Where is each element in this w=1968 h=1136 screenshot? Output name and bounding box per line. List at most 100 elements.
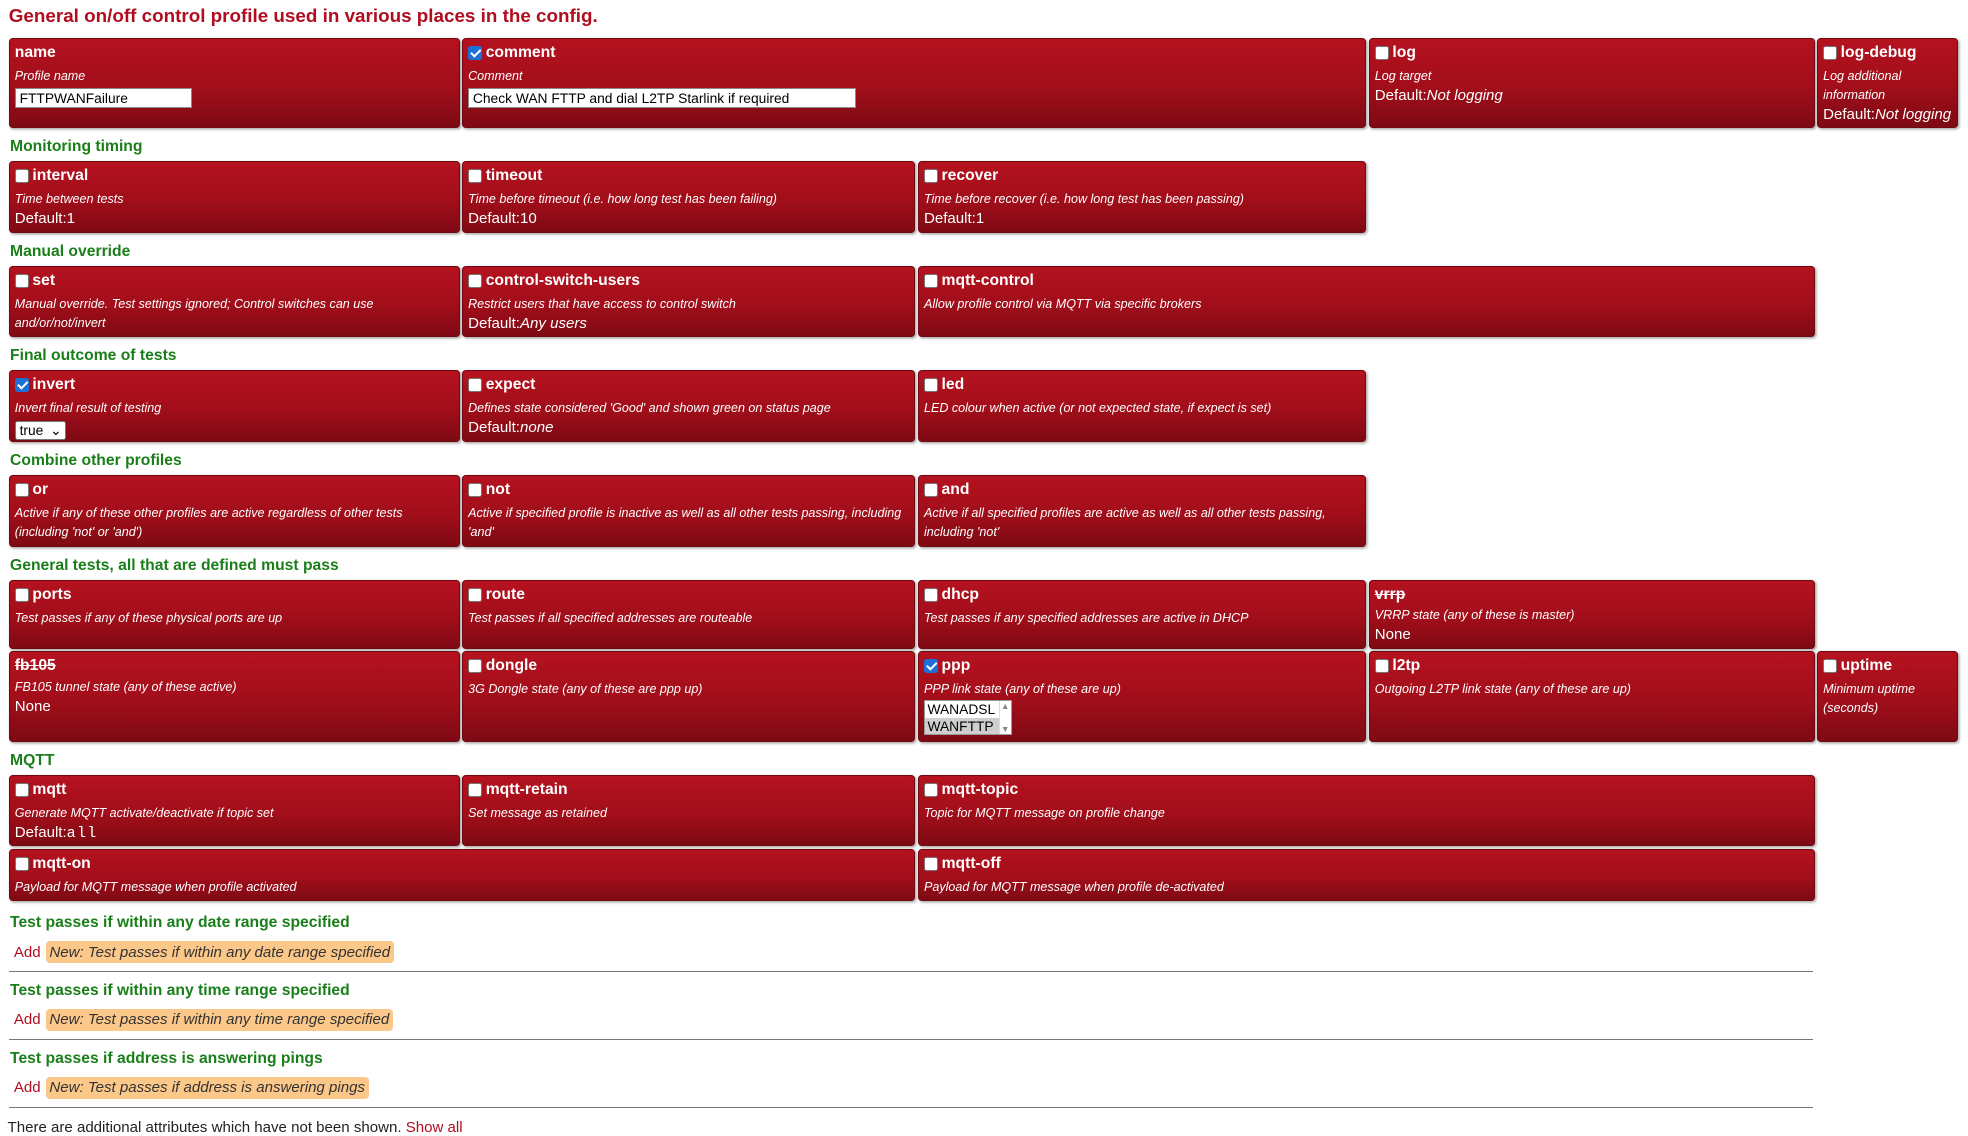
or-desc: Active if any of these other profiles ar… <box>14 506 403 539</box>
log-debug-checkbox[interactable] <box>1823 45 1837 60</box>
add-time-link[interactable]: Add <box>14 1011 41 1028</box>
mqtt-on-checkbox[interactable] <box>14 856 29 871</box>
comment-input[interactable]: Check WAN FTTP and dial L2TP Starlink if… <box>468 88 857 109</box>
or-cell: or Active if any of these other profiles… <box>8 474 460 547</box>
recover-default: 1 <box>975 210 985 228</box>
ppp-desc: PPP link state (any of these are up) <box>923 682 1121 697</box>
invert-label: invert <box>32 376 76 394</box>
add-ping-link[interactable]: Add <box>14 1079 41 1096</box>
section-mqtt: MQTT <box>10 751 55 769</box>
scroll-down-icon[interactable]: ▼ <box>1001 724 1010 734</box>
mqtt-topic-label: mqtt-topic <box>941 780 1019 798</box>
interval-cell: interval Time between tests Default:1 <box>8 161 460 233</box>
new-time-range-button[interactable]: New: Test passes if within any time rang… <box>45 1008 393 1031</box>
name-label: name <box>14 43 56 61</box>
invert-select[interactable]: true ⌄ <box>14 420 67 440</box>
name-input[interactable]: FTTPWANFailure <box>14 88 192 109</box>
divider <box>8 1106 1814 1108</box>
route-checkbox[interactable] <box>468 587 482 602</box>
not-desc: Active if specified profile is inactive … <box>468 506 902 539</box>
ppp-option-wanfttp[interactable]: WANFTTP <box>924 717 999 734</box>
log-default-prefix: Default: <box>1374 86 1427 104</box>
mqtt-control-label: mqtt-control <box>941 271 1034 289</box>
mqtt-cell: mqtt Generate MQTT activate/deactivate i… <box>8 774 460 847</box>
dongle-cell: dongle 3G Dongle state (any of these are… <box>462 651 916 742</box>
control-switch-users-default: Any users <box>519 314 587 332</box>
log-cell: log Log target Default:Not logging <box>1368 37 1815 129</box>
recover-desc: Time before recover (i.e. how long test … <box>923 192 1244 207</box>
scroll-up-icon[interactable]: ▲ <box>1001 701 1010 711</box>
dongle-label: dongle <box>485 657 538 675</box>
recover-checkbox[interactable] <box>923 169 938 184</box>
divider <box>8 970 1814 972</box>
uptime-desc: Minimum uptime (seconds) <box>1823 682 1916 716</box>
l2tp-desc: Outgoing L2TP link state (any of these a… <box>1374 682 1631 697</box>
add-date-link[interactable]: Add <box>14 944 41 961</box>
mqtt-control-cell: mqtt-control Allow profile control via M… <box>917 265 1815 338</box>
ports-cell: ports Test passes if any of these physic… <box>8 579 460 649</box>
section-final: Final outcome of tests <box>10 347 177 365</box>
name-cell: name Profile name FTTPWANFailure <box>8 37 460 129</box>
vrrp-value: None <box>1374 626 1411 644</box>
set-checkbox[interactable] <box>14 273 29 288</box>
or-label: or <box>32 481 49 498</box>
mqtt-topic-checkbox[interactable] <box>923 782 938 797</box>
uptime-label: uptime <box>1840 657 1893 675</box>
invert-checkbox[interactable] <box>14 378 29 393</box>
comment-cell: comment Comment Check WAN FTTP and dial … <box>462 37 1367 129</box>
vrrp-cell: vrrp VRRP state (any of these is master)… <box>1368 579 1815 649</box>
timeout-desc: Time before timeout (i.e. how long test … <box>468 192 777 207</box>
log-debug-label: log-debug <box>1840 43 1917 61</box>
route-desc: Test passes if all specified addresses a… <box>468 610 753 625</box>
mqtt-off-cell: mqtt-off Payload for MQTT message when p… <box>917 848 1815 902</box>
control-switch-users-cell: control-switch-users Restrict users that… <box>462 265 916 338</box>
divider <box>8 1038 1814 1040</box>
fb105-desc: FB105 tunnel state (any of these active) <box>14 679 237 694</box>
ppp-label: ppp <box>941 657 971 675</box>
timeout-checkbox[interactable] <box>468 169 482 184</box>
mqtt-topic-desc: Topic for MQTT message on profile change <box>923 805 1165 820</box>
ppp-cell: ppp PPP link state (any of these are up)… <box>917 651 1367 742</box>
or-checkbox[interactable] <box>14 483 29 497</box>
page-title: General on/off control profile used in v… <box>8 5 598 27</box>
section-date: Test passes if within any date range spe… <box>10 913 350 931</box>
new-date-range-button[interactable]: New: Test passes if within any date rang… <box>45 941 394 964</box>
mqtt-off-checkbox[interactable] <box>923 856 938 871</box>
expect-default-prefix: Default: <box>468 419 520 437</box>
l2tp-checkbox[interactable] <box>1374 659 1389 674</box>
ppp-option-wanadsl[interactable]: WANADSL <box>925 701 999 717</box>
dhcp-label: dhcp <box>941 585 980 603</box>
new-ping-button[interactable]: New: Test passes if address is answering… <box>45 1076 369 1099</box>
ppp-checkbox[interactable] <box>923 659 938 674</box>
mqtt-retain-checkbox[interactable] <box>468 782 482 797</box>
section-ping: Test passes if address is answering ping… <box>10 1049 323 1067</box>
mqtt-topic-cell: mqtt-topic Topic for MQTT message on pro… <box>917 774 1815 847</box>
section-manual: Manual override <box>10 242 131 260</box>
and-label: and <box>941 481 970 498</box>
comment-checkbox[interactable] <box>468 45 482 60</box>
ppp-listbox[interactable]: WANADSL WANFTTP ▲ ▼ <box>923 700 1012 735</box>
dongle-checkbox[interactable] <box>468 659 482 674</box>
log-default: Not logging <box>1426 86 1503 104</box>
interval-checkbox[interactable] <box>14 169 29 184</box>
ports-checkbox[interactable] <box>14 587 29 602</box>
dhcp-checkbox[interactable] <box>923 587 938 602</box>
mqtt-checkbox[interactable] <box>14 782 29 797</box>
ppp-listbox-scrollbar[interactable]: ▲ ▼ <box>998 701 1011 734</box>
interval-default-prefix: Default: <box>14 210 67 228</box>
mqtt-on-label: mqtt-on <box>32 854 91 872</box>
control-switch-users-checkbox[interactable] <box>468 273 482 288</box>
uptime-checkbox[interactable] <box>1823 659 1837 674</box>
recover-label: recover <box>941 167 999 185</box>
and-checkbox[interactable] <box>923 483 938 497</box>
section-monitoring: Monitoring timing <box>10 138 143 156</box>
expect-checkbox[interactable] <box>468 378 482 393</box>
and-desc: Active if all specified profiles are act… <box>923 506 1326 539</box>
not-checkbox[interactable] <box>468 483 482 497</box>
recover-default-prefix: Default: <box>923 210 976 228</box>
expect-desc: Defines state considered 'Good' and show… <box>468 401 831 416</box>
mqtt-off-label: mqtt-off <box>941 854 1001 872</box>
led-checkbox[interactable] <box>923 378 938 393</box>
mqtt-control-checkbox[interactable] <box>923 273 938 288</box>
log-checkbox[interactable] <box>1374 45 1389 60</box>
